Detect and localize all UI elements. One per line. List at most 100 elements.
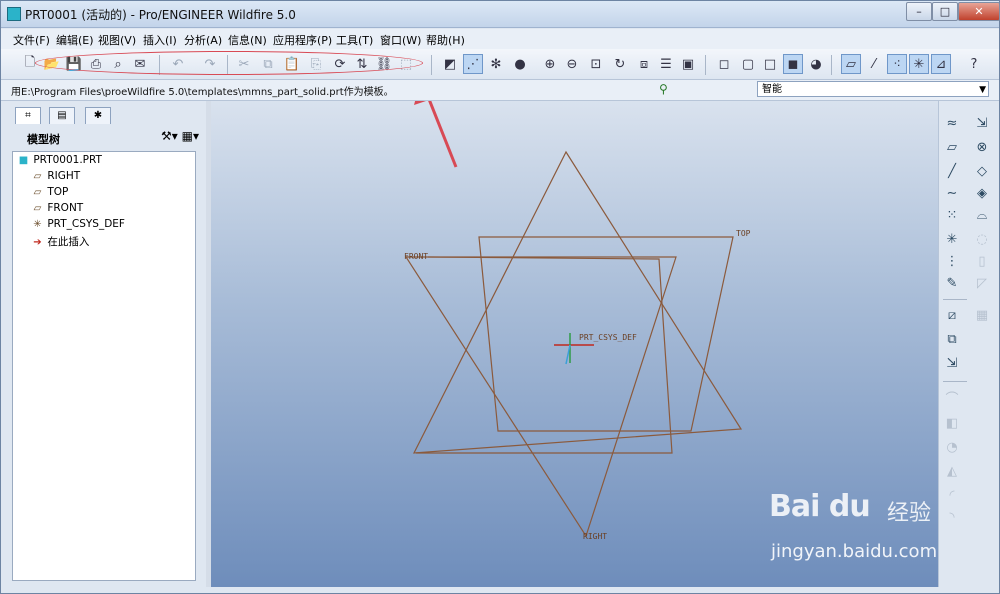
- hidden-line-icon[interactable]: ▢: [739, 55, 757, 73]
- tab-folder-browser[interactable]: ▤: [49, 107, 75, 124]
- right-plane-triangle-a: [412, 150, 743, 454]
- sweep-icon[interactable]: ◈: [973, 185, 991, 203]
- tree-item-top[interactable]: ▱ TOP: [31, 186, 69, 202]
- menu-analysis[interactable]: 分析(A): [184, 32, 222, 48]
- thicken-icon[interactable]: ◭: [943, 463, 961, 481]
- datum-curve-tool-icon[interactable]: ∼: [943, 185, 961, 203]
- shading-icon[interactable]: ●: [511, 55, 529, 73]
- tab-model-tree[interactable]: ⌗: [15, 107, 41, 124]
- maximize-button[interactable]: □: [932, 2, 958, 21]
- watermark-cn: 经验: [887, 501, 932, 526]
- title-bar: PRT0001 (活动的) - Pro/ENGINEER Wildfire 5.…: [1, 1, 1000, 28]
- selection-filter-select[interactable]: 智能 ▼: [757, 81, 989, 97]
- label-front: FRONT: [404, 252, 428, 261]
- draft-icon[interactable]: ▦: [973, 307, 991, 325]
- navigator-panel: ⌗ ▤ ✱ 模型树 ⚒▾ ▦▾ ■ PRT0001.PRT ▱ RIGHT ▱ …: [1, 101, 206, 587]
- pencil-tool-icon[interactable]: ✎: [943, 275, 961, 293]
- baidu-watermark: Bai du 经验 jingyan.baidu.com: [769, 489, 969, 569]
- close-button[interactable]: ✕: [958, 2, 1000, 21]
- trim-tool-icon[interactable]: ⇲: [943, 355, 961, 373]
- message-bar: 用E:\Program Files\proeWildfire 5.0\templ…: [1, 80, 999, 101]
- menu-file[interactable]: 文件(F): [13, 32, 50, 48]
- sketch-grid-icon[interactable]: ◩: [441, 55, 459, 73]
- merge-tool-icon[interactable]: ⧉: [943, 331, 961, 349]
- shaded-icon[interactable]: ◼: [783, 54, 803, 74]
- chevron-down-icon: ▼: [979, 85, 986, 95]
- annotation-ellipse: [35, 51, 423, 75]
- tree-item-csys[interactable]: ✳ PRT_CSYS_DEF: [31, 218, 125, 234]
- layers-icon[interactable]: ☰: [657, 55, 675, 73]
- menu-view[interactable]: 视图(V): [98, 32, 136, 48]
- label-right: RIGHT: [583, 532, 607, 541]
- menu-applications[interactable]: 应用程序(P): [273, 32, 332, 48]
- menu-tools[interactable]: 工具(T): [336, 32, 373, 48]
- menu-window[interactable]: 窗口(W): [380, 32, 421, 48]
- tree-item-part[interactable]: ■ PRT0001.PRT: [17, 154, 102, 170]
- datum-plane-icon: ▱: [33, 203, 42, 214]
- model-tree: ■ PRT0001.PRT ▱ RIGHT ▱ TOP ▱ FRONT ✳ PR…: [12, 151, 196, 581]
- blend-icon[interactable]: ⌓: [973, 207, 991, 225]
- watermark-url: jingyan.baidu.com: [771, 541, 938, 562]
- menu-bar: 文件(F) 编辑(E) 视图(V) 插入(I) 分析(A) 信息(N) 应用程序…: [1, 29, 999, 49]
- hole-icon[interactable]: ◌: [973, 231, 991, 249]
- menu-edit[interactable]: 编辑(E): [56, 32, 94, 48]
- sketch-tool-icon[interactable]: ≈: [943, 115, 961, 133]
- selection-filter-value: 智能: [762, 84, 782, 95]
- chamfer-icon[interactable]: ◧: [943, 415, 961, 433]
- zoom-in-icon[interactable]: ⊕: [541, 55, 559, 73]
- context-help-icon[interactable]: ?: [965, 55, 983, 73]
- tree-settings-icon[interactable]: ⚒▾ ▦▾: [161, 129, 199, 143]
- datum-plane-tool-icon[interactable]: ▱: [943, 139, 961, 157]
- mirror-tool-icon[interactable]: ⧄: [943, 307, 961, 325]
- refit-icon[interactable]: ⊡: [587, 55, 605, 73]
- shell-icon[interactable]: ▯: [973, 253, 991, 271]
- rib-icon[interactable]: ◸: [973, 275, 991, 293]
- plane-display-icon[interactable]: ▱: [841, 54, 861, 74]
- edit-tool-icon[interactable]: ⇲: [973, 115, 991, 133]
- csys-display-icon[interactable]: ✳: [909, 54, 929, 74]
- extrude-icon[interactable]: ⊗: [973, 139, 991, 157]
- insert-arrow-icon: ➔: [33, 237, 42, 248]
- csys-tool-icon[interactable]: ✳: [943, 231, 961, 249]
- datum-point-tool-icon[interactable]: ⁙: [943, 207, 961, 225]
- no-hidden-icon[interactable]: □: [761, 55, 779, 73]
- label-csys: PRT_CSYS_DEF: [579, 333, 637, 342]
- zoom-out-icon[interactable]: ⊖: [563, 55, 581, 73]
- minimize-button[interactable]: –: [906, 2, 932, 21]
- annotation-arrow-shaft: [428, 101, 458, 168]
- part-icon: ■: [18, 155, 29, 166]
- analysis-tool-icon[interactable]: ⋮: [943, 253, 961, 271]
- status-message: 用E:\Program Files\proeWildfire 5.0\templ…: [11, 87, 394, 98]
- tree-item-front[interactable]: ▱ FRONT: [31, 202, 84, 218]
- tab-favorites[interactable]: ✱: [85, 107, 111, 124]
- watermark-logo: Bai du: [769, 489, 871, 524]
- datum-axis-tool-icon[interactable]: ╱: [943, 163, 961, 181]
- appearance-icon[interactable]: ◕: [807, 55, 825, 73]
- spin-center-icon[interactable]: ✻: [487, 55, 505, 73]
- tree-item-right[interactable]: ▱ RIGHT: [31, 170, 81, 186]
- datum-plane-icon: ▱: [33, 187, 42, 198]
- datum-plane-icon: ▱: [33, 171, 42, 182]
- pattern-icon[interactable]: ◔: [943, 439, 961, 457]
- round-icon[interactable]: ⌒: [943, 391, 961, 409]
- traffic-light-icon[interactable]: ⚲: [659, 82, 668, 96]
- app-icon: [7, 7, 21, 21]
- menu-help[interactable]: 帮助(H): [426, 32, 465, 48]
- label-top: TOP: [736, 229, 751, 238]
- datum-display-icon[interactable]: ⋰: [463, 54, 483, 74]
- menu-insert[interactable]: 插入(I): [143, 32, 177, 48]
- view-manager-icon[interactable]: ▣: [679, 55, 697, 73]
- revolve-icon[interactable]: ◇: [973, 163, 991, 181]
- annotation-display-icon[interactable]: ⊿: [931, 54, 951, 74]
- window-title: PRT0001 (活动的) - Pro/ENGINEER Wildfire 5.…: [25, 8, 296, 22]
- saved-views-icon[interactable]: ⧈: [635, 55, 653, 73]
- point-display-icon[interactable]: ⁖: [887, 54, 907, 74]
- wireframe-icon[interactable]: ◻: [715, 55, 733, 73]
- app-window: PRT0001 (活动的) - Pro/ENGINEER Wildfire 5.…: [0, 0, 1000, 594]
- reorient-icon[interactable]: ↻: [611, 55, 629, 73]
- menu-info[interactable]: 信息(N): [228, 32, 267, 48]
- axis-display-icon[interactable]: ⁄: [865, 55, 883, 73]
- tree-item-insert-here[interactable]: ➔ 在此插入: [31, 234, 89, 250]
- right-plane-triangle-b: [404, 256, 677, 538]
- model-tree-title: 模型树: [27, 133, 60, 146]
